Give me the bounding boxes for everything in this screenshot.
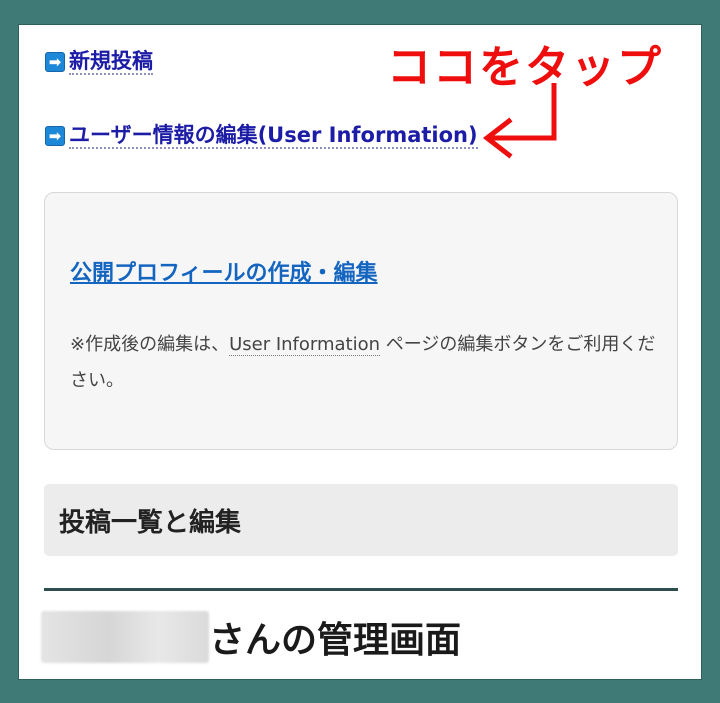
admin-page-title: さんの管理画面 (41, 611, 461, 663)
section-divider (44, 588, 678, 591)
user-info-link-row[interactable]: ➡ ユーザー情報の編集(User Information) (45, 123, 478, 150)
new-post-link-row[interactable]: ➡ 新規投稿 (45, 49, 153, 76)
posts-list-section[interactable]: 投稿一覧と編集 (44, 484, 678, 556)
posts-list-title: 投稿一覧と編集 (59, 508, 242, 538)
red-pointer-arrow-icon (482, 83, 557, 159)
arrow-right-icon: ➡ (45, 126, 65, 147)
profile-card: 公開プロフィールの作成・編集 ※作成後の編集は、User Information… (44, 192, 678, 450)
profile-note: ※作成後の編集は、User Information ページの編集ボタンをご利用く… (70, 327, 660, 399)
note-user-info-link[interactable]: User Information (229, 334, 381, 356)
arrow-right-icon: ➡ (45, 52, 65, 73)
public-profile-edit-link[interactable]: 公開プロフィールの作成・編集 (70, 255, 378, 287)
user-info-edit-link[interactable]: ユーザー情報の編集(User Information) (69, 123, 478, 150)
admin-title-text: さんの管理画面 (209, 620, 462, 661)
page-frame: ➡ 新規投稿 ➡ ユーザー情報の編集(User Information) ココを… (18, 24, 702, 680)
new-post-link[interactable]: 新規投稿 (69, 49, 153, 76)
blurred-username (41, 611, 209, 663)
note-prefix: ※作成後の編集は、 (70, 334, 230, 355)
